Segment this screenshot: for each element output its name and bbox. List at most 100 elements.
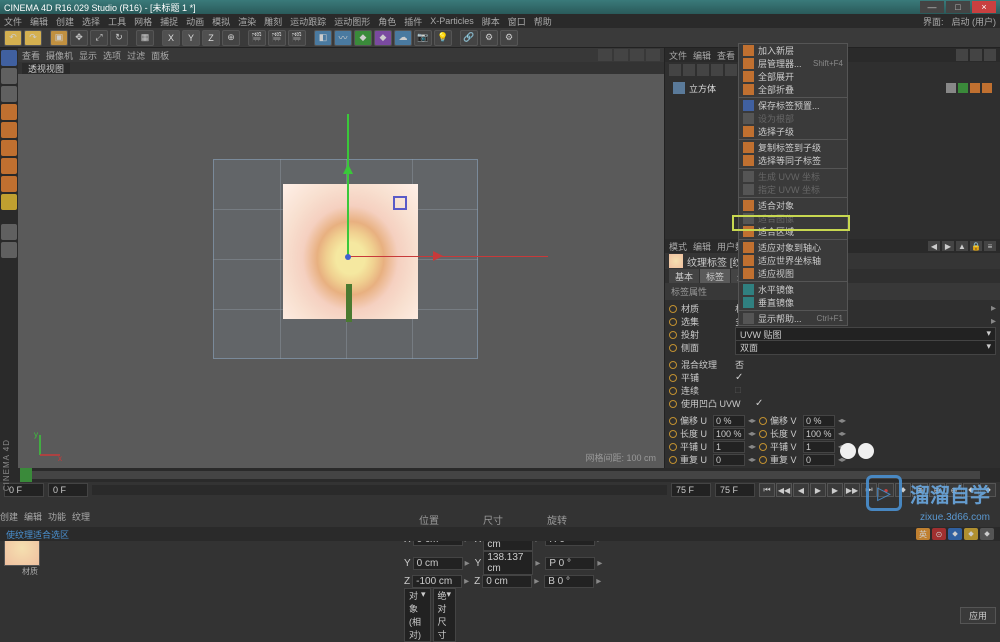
next-frame-button[interactable]: ▶ xyxy=(827,483,843,497)
timeline-ruler[interactable] xyxy=(0,468,1000,482)
om-menu-view[interactable]: 查看 xyxy=(717,49,735,62)
attr-menu-edit[interactable]: 编辑 xyxy=(693,240,711,253)
maximize-button[interactable]: □ xyxy=(946,1,970,13)
menu-window[interactable]: 窗口 xyxy=(508,15,526,28)
key-bullet-icon[interactable] xyxy=(759,456,767,464)
edge-mode-icon[interactable] xyxy=(1,122,17,138)
vp-menu-options[interactable]: 选项 xyxy=(103,49,121,62)
menu-script[interactable]: 脚本 xyxy=(482,15,500,28)
vp-nav-icon-4[interactable] xyxy=(646,49,660,61)
om-filter-icon[interactable] xyxy=(970,49,982,61)
context-menu-item[interactable]: 适合对象 xyxy=(739,199,847,212)
pos-z-field[interactable]: -100 cm xyxy=(412,575,462,588)
key-bullet-icon[interactable] xyxy=(669,344,677,352)
tab-tag[interactable]: 标签 xyxy=(700,269,730,283)
scale-tool[interactable]: ⤢ xyxy=(90,30,108,46)
vp-nav-icon-3[interactable] xyxy=(630,49,644,61)
axis-mode-icon[interactable] xyxy=(1,158,17,174)
om-tool-icon-4[interactable] xyxy=(711,64,723,76)
menu-xparticles[interactable]: X-Particles xyxy=(430,16,474,26)
context-menu-item[interactable]: 适应对象到轴心 xyxy=(739,241,847,254)
tool-icon-2[interactable]: ⚙ xyxy=(500,30,518,46)
camera-tool[interactable]: 📷 xyxy=(414,30,432,46)
deformer-tool[interactable]: ◆ xyxy=(374,30,392,46)
softselect-icon[interactable] xyxy=(1,242,17,258)
vp-menu-filter[interactable]: 过滤 xyxy=(127,49,145,62)
menu-simulate[interactable]: 模拟 xyxy=(212,15,230,28)
coord-target-dropdown[interactable]: 对象 (相对)▾ xyxy=(404,588,431,642)
menu-plugins[interactable]: 插件 xyxy=(404,15,422,28)
context-menu-item[interactable]: 选择等同子标签 xyxy=(739,154,847,167)
prev-frame-button[interactable]: ◀ xyxy=(793,483,809,497)
repeat-u-field[interactable]: 0 xyxy=(713,454,745,466)
timeline-track[interactable] xyxy=(20,471,980,479)
context-menu-item[interactable]: 复制标签到子级 xyxy=(739,141,847,154)
select-tool[interactable]: ▣ xyxy=(50,30,68,46)
pos-y-field[interactable]: 0 cm xyxy=(413,557,463,570)
uvw-checkbox[interactable]: ✓ xyxy=(755,398,763,409)
axis-x-button[interactable]: X xyxy=(162,30,180,46)
om-view-icon[interactable] xyxy=(984,49,996,61)
model-mode-icon[interactable] xyxy=(1,50,17,66)
layout-dropdown[interactable]: 启动 (用户) xyxy=(952,15,997,28)
om-tool-icon-3[interactable] xyxy=(697,64,709,76)
key-bullet-icon[interactable] xyxy=(759,443,767,451)
light-tool[interactable]: 💡 xyxy=(434,30,452,46)
menu-snap[interactable]: 捕捉 xyxy=(160,15,178,28)
size-z-field[interactable]: 0 cm xyxy=(482,575,532,588)
key-bullet-icon[interactable] xyxy=(669,443,677,451)
context-menu-item[interactable]: 选择子级 xyxy=(739,125,847,138)
tile-u-field[interactable]: 1 xyxy=(713,441,745,453)
key-bullet-icon[interactable] xyxy=(669,361,677,369)
tile-v-field[interactable]: 1 xyxy=(803,441,835,453)
object-name[interactable]: 立方体 xyxy=(689,82,716,95)
timeline-current-field[interactable]: 0 F xyxy=(48,483,88,497)
snap-icon[interactable] xyxy=(1,194,17,210)
vp-menu-display[interactable]: 显示 xyxy=(79,49,97,62)
context-menu-item[interactable]: 全部展开 xyxy=(739,70,847,83)
attr-fwd-button[interactable]: ▶ xyxy=(942,241,954,251)
menu-select[interactable]: 选择 xyxy=(82,15,100,28)
mm-menu-edit[interactable]: 编辑 xyxy=(24,510,42,522)
key-bullet-icon[interactable] xyxy=(669,417,677,425)
timeline-end-field[interactable]: 75 F xyxy=(671,483,711,497)
attr-menu-mode[interactable]: 模式 xyxy=(669,240,687,253)
timeline-end2-field[interactable]: 75 F xyxy=(715,483,755,497)
object-mode-icon[interactable] xyxy=(1,68,17,84)
vp-nav-icon-2[interactable] xyxy=(614,49,628,61)
key-bullet-icon[interactable] xyxy=(669,318,677,326)
tray-icon[interactable]: ⬥ xyxy=(948,528,962,540)
viewport-3d[interactable]: y x 网格间距: 100 cm xyxy=(18,74,664,468)
attr-lock-icon[interactable]: 🔒 xyxy=(970,241,982,251)
menu-motiontrack[interactable]: 运动跟踪 xyxy=(290,15,326,28)
key-bullet-icon[interactable] xyxy=(669,387,677,395)
context-menu-item[interactable]: 水平镜像 xyxy=(739,283,847,296)
om-menu-edit[interactable]: 编辑 xyxy=(693,49,711,62)
undo-button[interactable]: ↶ xyxy=(4,30,22,46)
mm-menu-texture[interactable]: 纹理 xyxy=(72,510,90,522)
tool-icon[interactable]: ⚙ xyxy=(480,30,498,46)
move-tool[interactable]: ✥ xyxy=(70,30,88,46)
key-bullet-icon[interactable] xyxy=(669,305,677,313)
rot-p-field[interactable]: P 0 ° xyxy=(545,557,595,570)
tile-checkbox[interactable]: ✓ xyxy=(735,372,743,383)
length-v-field[interactable]: 100 % xyxy=(803,428,835,440)
menu-mograph[interactable]: 运动图形 xyxy=(334,15,370,28)
attr-up-button[interactable]: ▲ xyxy=(956,241,968,251)
y-axis-gizmo[interactable] xyxy=(347,114,349,259)
mm-menu-function[interactable]: 功能 xyxy=(48,510,66,522)
minimize-button[interactable]: — xyxy=(920,1,944,13)
continuous-checkbox[interactable]: □ xyxy=(735,385,741,396)
attr-back-button[interactable]: ◀ xyxy=(928,241,940,251)
tray-icon[interactable]: 英 xyxy=(916,528,930,540)
context-menu-item[interactable]: 适合区域 xyxy=(739,225,847,238)
menu-tools[interactable]: 工具 xyxy=(108,15,126,28)
cube-primitive[interactable]: ◧ xyxy=(314,30,332,46)
length-u-field[interactable]: 100 % xyxy=(713,428,745,440)
tray-icon[interactable]: ⬥ xyxy=(980,528,994,540)
context-menu-item[interactable]: 适应世界坐标轴 xyxy=(739,254,847,267)
gizmo-center[interactable] xyxy=(345,254,351,260)
key-bullet-icon[interactable] xyxy=(759,430,767,438)
close-button[interactable]: × xyxy=(972,1,996,13)
vp-menu-cameras[interactable]: 摄像机 xyxy=(46,49,73,62)
